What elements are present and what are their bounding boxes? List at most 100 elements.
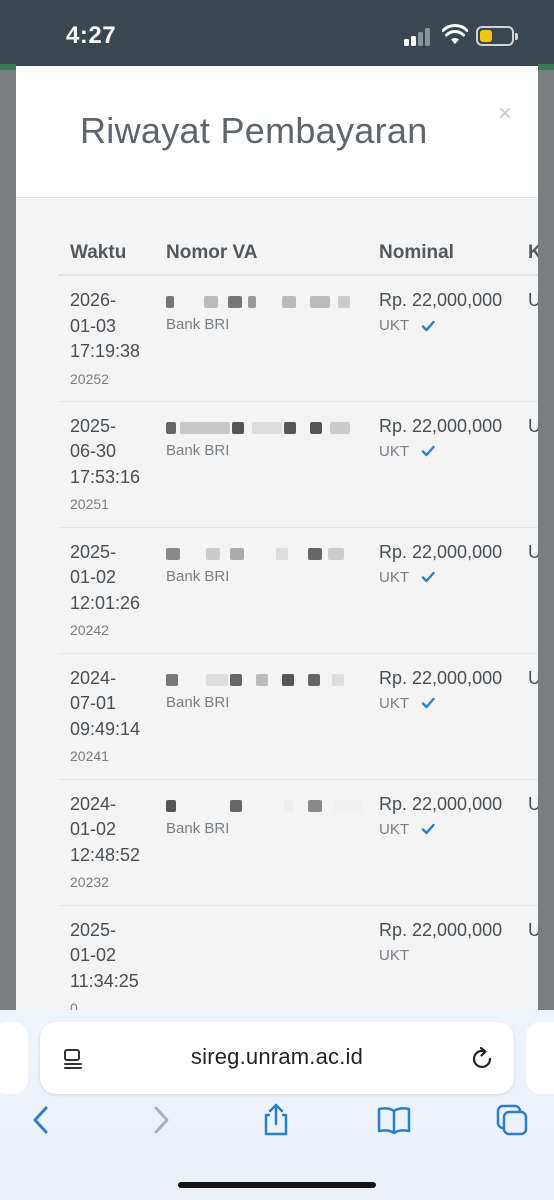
tabs-icon[interactable] (494, 1102, 530, 1138)
bank-name: Bank BRI (166, 316, 230, 333)
payment-date: 2025- 01-02 12:01:26 (70, 541, 141, 613)
cell-nomor-va: Bank BRI (154, 401, 367, 528)
payment-date: 2026- 01-03 17:19:38 (70, 290, 141, 361)
payment-type: UKT (379, 946, 409, 964)
check-icon (421, 320, 435, 331)
payment-amount: Rp. 22,000,000 (379, 290, 503, 310)
cell-waktu: 2025- 01-02 12:01:26 20242 (58, 527, 154, 654)
payment-type: UKT (379, 694, 409, 712)
cell-waktu: 2024- 07-01 09:49:14 20241 (58, 653, 154, 780)
payment-type-wrap: UKT (379, 569, 516, 586)
payment-type-wrap: UKT (379, 947, 516, 964)
payment-type: UKT (379, 568, 409, 586)
payment-type-wrap: UKT (379, 317, 516, 334)
backdrop-right (538, 70, 554, 1010)
cell-waktu: 2025- 06-30 17:53:16 20251 (58, 401, 154, 528)
wifi-icon (442, 24, 468, 44)
payment-note: U_2 (528, 290, 538, 310)
payment-type-wrap: UKT (379, 821, 516, 838)
payment-date: 2024- 07-01 09:49:14 (70, 667, 141, 739)
cell-nominal: Rp. 22,000,000 UKT (367, 275, 516, 402)
share-icon[interactable] (258, 1102, 294, 1138)
check-icon (421, 823, 435, 835)
cell-keterangan: U_2 (516, 653, 538, 780)
payment-note: U_2 (528, 415, 538, 436)
redacted-va-number (166, 542, 367, 562)
column-header-keterangan: Ke (516, 231, 538, 276)
check-icon (421, 445, 435, 457)
cell-nominal: Rp. 22,000,000 UKT (367, 527, 516, 654)
payment-type: UKT (379, 317, 409, 334)
table-row: 2024- 07-01 09:49:14 20241 Bank BRI Rp. … (58, 653, 538, 780)
redacted-va-number (166, 290, 367, 310)
table-row: 2025- 01-02 12:01:26 20242 Bank BRI Rp. … (58, 527, 538, 654)
table-row: 2025- 01-02 11:34:25 0 Rp. 22,000,000 UKT … (58, 905, 538, 1010)
payment-type-wrap: UKT (379, 443, 516, 460)
forward-icon[interactable] (142, 1102, 178, 1138)
payment-period: 20252 (70, 370, 109, 387)
payment-amount: Rp. 22,000,000 (379, 667, 503, 688)
payment-period: 20241 (70, 748, 109, 764)
home-indicator[interactable] (178, 1182, 376, 1188)
back-icon[interactable] (24, 1102, 60, 1138)
payment-period: 20232 (70, 874, 109, 890)
status-bar: 4:27 (0, 0, 554, 68)
payment-amount: Rp. 22,000,000 (379, 793, 503, 814)
modal-title: Riwayat Pembayaran (80, 110, 428, 151)
url-text[interactable]: sireg.unram.ac.id (40, 1044, 514, 1070)
table-header-row: Waktu Nomor VA Nominal Ke (58, 231, 538, 276)
payment-amount: Rp. 22,000,000 (379, 919, 503, 940)
column-header-nominal: Nominal (367, 231, 516, 276)
cell-keterangan: U_2 (516, 527, 538, 654)
browser-toolbar: sireg.unram.ac.id (0, 1010, 554, 1200)
cell-waktu: 2025- 01-02 11:34:25 0 (58, 905, 154, 1010)
redacted-va-number (166, 794, 367, 814)
bank-name: Bank BRI (166, 819, 230, 837)
cell-nomor-va: Bank BRI (154, 653, 367, 780)
payment-period: 20242 (70, 622, 109, 638)
next-tab-peek[interactable] (526, 1022, 554, 1094)
payment-date: 2025- 06-30 17:53:16 (70, 415, 141, 487)
payment-type: UKT (379, 820, 409, 838)
modal-header: Riwayat Pembayaran × (16, 66, 538, 198)
battery-icon (476, 26, 518, 46)
cell-nomor-va: Bank BRI (154, 779, 367, 906)
payment-period: 20251 (70, 496, 109, 512)
address-bar[interactable]: sireg.unram.ac.id (40, 1022, 514, 1094)
reload-icon[interactable] (470, 1046, 496, 1072)
bookmarks-icon[interactable] (376, 1102, 412, 1138)
payment-note: U_2 (528, 793, 538, 814)
bank-name: Bank BRI (166, 693, 230, 711)
payment-type: UKT (379, 442, 409, 460)
payment-date: 2024- 01-02 12:48:52 (70, 793, 141, 865)
close-icon[interactable]: × (498, 100, 512, 128)
cell-nomor-va (154, 905, 367, 1010)
cell-nominal: Rp. 22,000,000 UKT (367, 779, 516, 906)
payment-note: U_2 (528, 667, 538, 688)
payment-note: U_2 (528, 919, 538, 940)
status-time: 4:27 (66, 22, 117, 49)
cell-nominal: Rp. 22,000,000 UKT (367, 401, 516, 528)
table-row: 2026- 01-03 17:19:38 20252 Bank BRI Rp. … (58, 275, 538, 402)
redacted-va-number (166, 668, 367, 688)
column-header-nomor-va: Nomor VA (154, 231, 367, 276)
backdrop-left (0, 70, 16, 1010)
payment-history-modal: Riwayat Pembayaran × Waktu Nomor VA Nomi… (16, 66, 538, 1010)
signal-icon (404, 28, 434, 46)
payment-amount: Rp. 22,000,000 (379, 541, 503, 562)
previous-tab-peek[interactable] (0, 1022, 28, 1094)
check-icon (421, 697, 435, 709)
table-row: 2025- 06-30 17:53:16 20251 Bank BRI Rp. … (58, 401, 538, 528)
payment-period: 0 (70, 1000, 78, 1010)
payment-amount: Rp. 22,000,000 (379, 415, 503, 436)
modal-body[interactable]: Waktu Nomor VA Nominal Ke 2026-01-0317:1… (16, 199, 538, 1010)
cell-keterangan: U_2 (516, 905, 538, 1010)
cell-nominal: Rp. 22,000,000 UKT (367, 905, 516, 1010)
payment-table: Waktu Nomor VA Nominal Ke 2026-01-0317:1… (58, 231, 538, 1010)
payment-note: U_2 (528, 541, 538, 562)
cell-nominal: Rp. 22,000,000 UKT (367, 653, 516, 780)
bank-name: Bank BRI (166, 441, 230, 459)
redacted-va-number (166, 416, 367, 436)
cell-keterangan: U_2 (516, 779, 538, 906)
cell-nomor-va: Bank BRI (154, 527, 367, 654)
